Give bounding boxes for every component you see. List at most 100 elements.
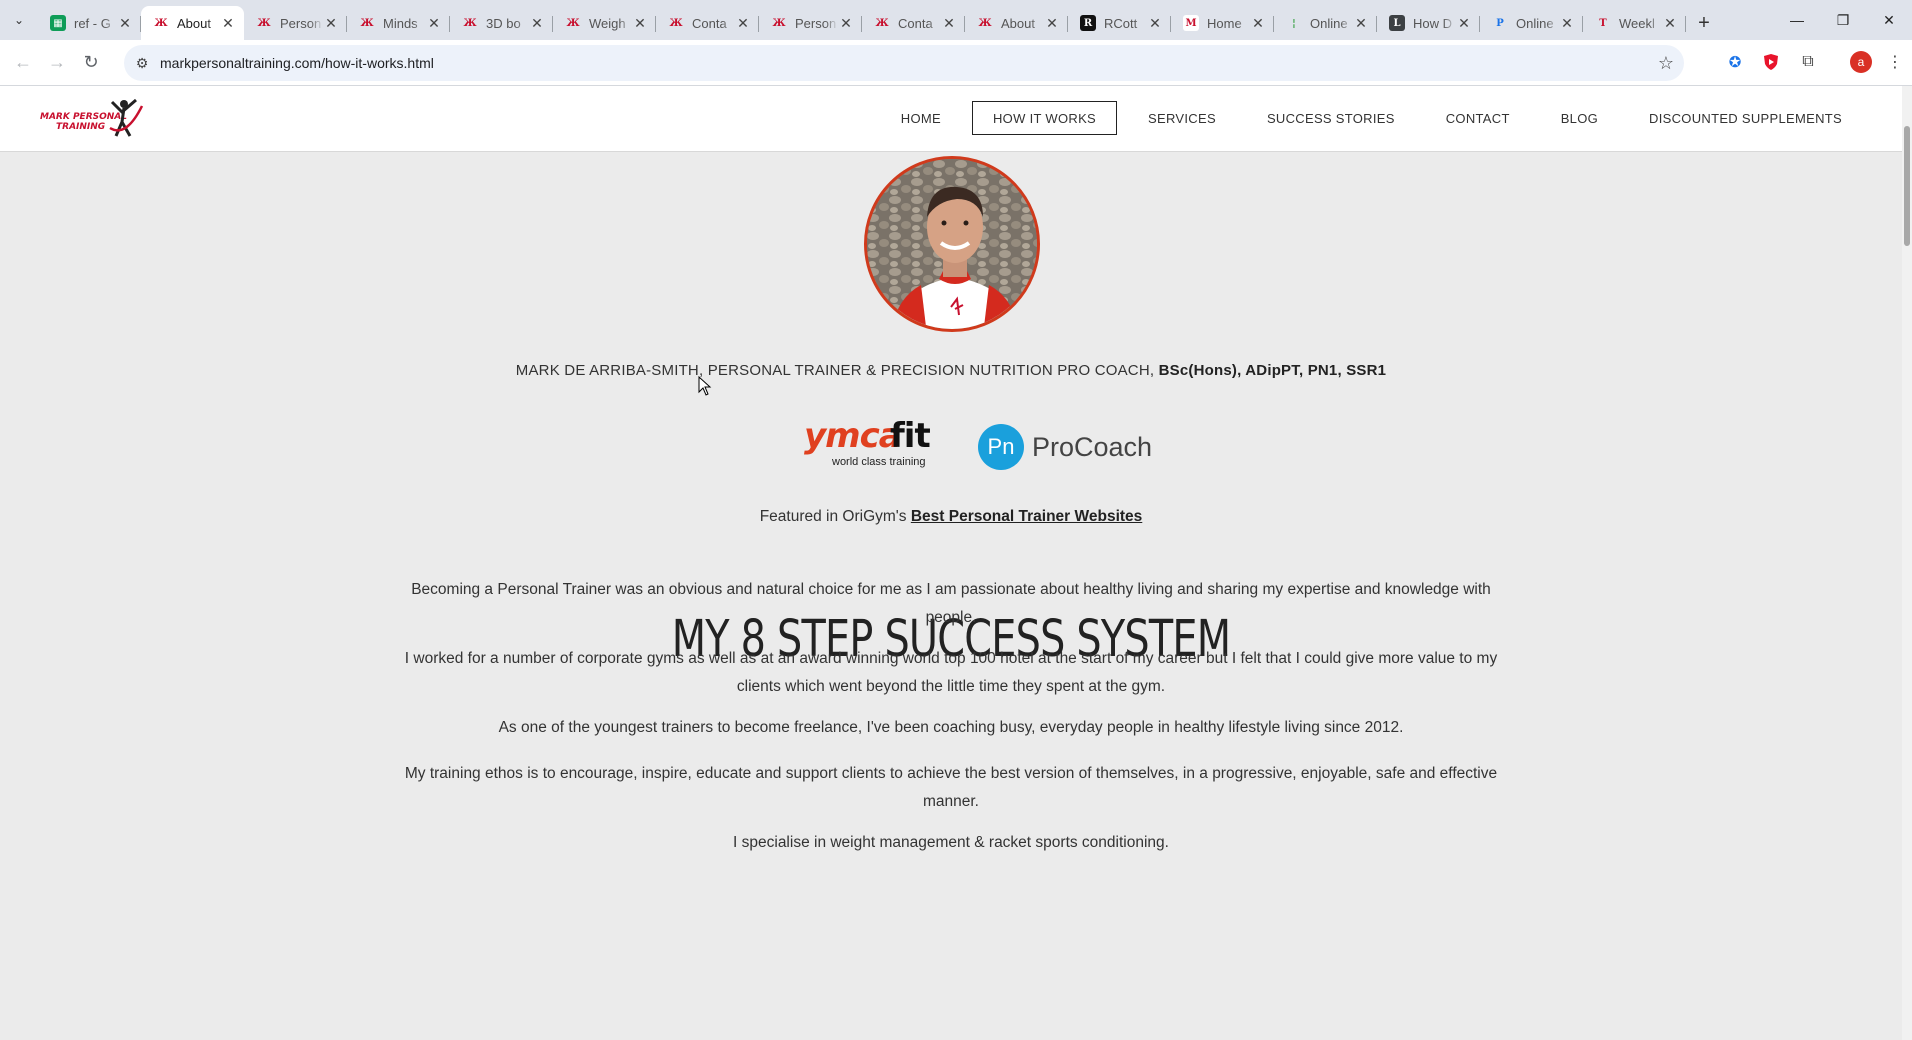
mpt-icon: Ж [257, 17, 271, 29]
credentials-qualifications: BSc(Hons), ADipPT, PN1, SSR1 [1158, 362, 1387, 379]
extension-translate-icon[interactable]: ✪ [1724, 51, 1746, 73]
accreditation-logos: YMCA fit world class training Pn ProCoac… [0, 416, 1902, 480]
back-arrow-icon[interactable]: ← [6, 46, 40, 80]
tab-title: About [177, 15, 211, 31]
browser-tab[interactable]: Ж Conta ✕ [656, 6, 759, 40]
tab-title: Person [795, 15, 837, 31]
tab-close-icon[interactable]: ✕ [426, 15, 442, 32]
tab-close-icon[interactable]: ✕ [941, 15, 957, 32]
tab-title: 3D bo [486, 15, 521, 31]
nav-item-how-it-works[interactable]: HOW IT WORKS [971, 101, 1118, 135]
tab-title: Minds [383, 15, 418, 31]
browser-tab[interactable]: ▦ ref - G ✕ [38, 6, 141, 40]
nav-item-home[interactable]: HOME [881, 101, 961, 135]
browser-tab[interactable]: Ж Minds ✕ [347, 6, 450, 40]
nav-item-services[interactable]: SERVICES [1128, 101, 1236, 135]
trainer-credentials: MARK DE ARRIBA-SMITH, PERSONAL TRAINER &… [0, 362, 1902, 379]
tabs: ▦ ref - G ✕ Ж About ✕ Ж Person ✕ Ж Minds ✕ Ж 3D bo ✕ Ж W… [38, 6, 1686, 40]
address-bar[interactable]: ⚙ markpersonaltraining.com/how-it-works.… [124, 45, 1684, 81]
howd-icon: L [1389, 15, 1405, 31]
tab-close-icon[interactable]: ✕ [323, 15, 339, 32]
close-window-icon[interactable]: ✕ [1866, 0, 1912, 40]
tab-title: Conta [692, 15, 727, 31]
browser-toolbar: ← → ↻ ⚙ markpersonaltraining.com/how-it-… [0, 40, 1912, 86]
site-logo[interactable]: MARK PERSONAL TRAINING [38, 98, 144, 142]
browser-tab[interactable]: L How D ✕ [1377, 6, 1480, 40]
tab-close-icon[interactable]: ✕ [1147, 15, 1163, 32]
tab-close-icon[interactable]: ✕ [1250, 15, 1266, 32]
browser-tab[interactable]: M Home ✕ [1171, 6, 1274, 40]
browser-tab[interactable]: ¦ Online ✕ [1274, 6, 1377, 40]
extensions-puzzle-icon[interactable]: ⧉ [1797, 51, 1819, 73]
tab-strip: ⌄ ▦ ref - G ✕ Ж About ✕ Ж Person ✕ Ж Minds ✕ Ж 3D bo ✕… [0, 0, 1912, 40]
ymca-word: YMCA [804, 416, 902, 456]
tab-title: ref - G [74, 15, 111, 31]
tab-search-chevron-icon[interactable]: ⌄ [0, 0, 38, 40]
new-tab-plus-icon[interactable]: + [1686, 6, 1722, 40]
mpt-icon: Ж [154, 17, 168, 29]
tab-close-icon[interactable]: ✕ [632, 15, 648, 32]
nav-item-success-stories[interactable]: SUCCESS STORIES [1247, 101, 1415, 135]
restore-icon[interactable]: ❐ [1820, 0, 1866, 40]
nav-item-contact[interactable]: CONTACT [1426, 101, 1530, 135]
browser-tab[interactable]: Ж Weigh ✕ [553, 6, 656, 40]
credentials-text: MARK DE ARRIBA-SMITH, PERSONAL TRAINER &… [515, 362, 1159, 379]
browser-tab[interactable]: Ж About ✕ [965, 6, 1068, 40]
forward-arrow-icon[interactable]: → [40, 46, 74, 80]
mpt-icon: Ж [772, 17, 786, 29]
mouse-cursor-icon [698, 376, 712, 396]
p-icon: P [1496, 17, 1504, 29]
profile-avatar[interactable]: a [1850, 51, 1872, 73]
featured-prefix: Featured in OriGym's [759, 508, 911, 525]
tab-close-icon[interactable]: ✕ [838, 15, 854, 32]
intro-paragraph: Becoming a Personal Trainer was an obvio… [411, 581, 1491, 626]
browser-tab[interactable]: Ж 3D bo ✕ [450, 6, 553, 40]
tab-close-icon[interactable]: ✕ [1044, 15, 1060, 32]
reload-icon[interactable]: ↻ [74, 46, 108, 80]
online-icon: ¦ [1292, 17, 1296, 29]
sheets-icon: ▦ [50, 15, 66, 31]
minimize-icon[interactable]: — [1774, 0, 1820, 40]
tab-close-icon[interactable]: ✕ [220, 15, 236, 32]
mpt-icon: Ж [360, 17, 374, 29]
tab-close-icon[interactable]: ✕ [529, 15, 545, 32]
page-content: MARK DE ARRIBA-SMITH, PERSONAL TRAINER &… [0, 152, 1902, 1040]
browser-tab[interactable]: Ж Conta ✕ [862, 6, 965, 40]
intro-paragraph: I specialise in weight management & rack… [733, 834, 1169, 851]
tab-close-icon[interactable]: ✕ [1456, 15, 1472, 32]
tab-title: Person [280, 15, 322, 31]
tab-title: RCott [1104, 15, 1138, 31]
browser-tab[interactable]: T Weekl ✕ [1583, 6, 1686, 40]
browser-tab[interactable]: P Online ✕ [1480, 6, 1583, 40]
mpt-icon: Ж [566, 17, 580, 29]
browser-tab[interactable]: Ж Person ✕ [759, 6, 862, 40]
site-info-icon[interactable]: ⚙ [124, 55, 160, 72]
tab-title: How D [1413, 15, 1453, 31]
tab-close-icon[interactable]: ✕ [735, 15, 751, 32]
tab-close-icon[interactable]: ✕ [1353, 15, 1369, 32]
scrollbar-thumb[interactable] [1904, 126, 1910, 246]
url-text[interactable]: markpersonaltraining.com/how-it-works.ht… [160, 55, 1648, 71]
pn-badge-icon: Pn [978, 424, 1024, 470]
intro-paragraph: As one of the youngest trainers to becom… [498, 719, 1404, 736]
mpt-icon: Ж [463, 17, 477, 29]
browser-menu-icon[interactable]: ⋮ [1884, 51, 1906, 73]
procoach-text: ProCoach [1032, 431, 1153, 462]
tab-title: Weigh [589, 15, 626, 31]
browser-tab[interactable]: R RCott ✕ [1068, 6, 1171, 40]
extension-shield-icon[interactable] [1760, 51, 1782, 73]
tab-close-icon[interactable]: ✕ [1559, 15, 1575, 32]
ymca-tagline: world class training [832, 456, 926, 468]
bookmark-star-icon[interactable]: ☆ [1648, 53, 1684, 74]
tab-close-icon[interactable]: ✕ [1662, 15, 1678, 32]
tab-close-icon[interactable]: ✕ [117, 15, 133, 32]
mpt-icon: Ж [669, 17, 683, 29]
browser-tab[interactable]: Ж About ✕ [141, 6, 244, 40]
browser-tab[interactable]: Ж Person ✕ [244, 6, 347, 40]
nav-item-blog[interactable]: BLOG [1541, 101, 1618, 135]
nav-item-discounted-supplements[interactable]: DISCOUNTED SUPPLEMENTS [1629, 101, 1862, 135]
weekly-icon: T [1599, 17, 1607, 29]
featured-line: Featured in OriGym's Best Personal Train… [0, 508, 1902, 526]
tab-title: Weekl [1619, 15, 1655, 31]
featured-link[interactable]: Best Personal Trainer Websites [911, 508, 1142, 525]
